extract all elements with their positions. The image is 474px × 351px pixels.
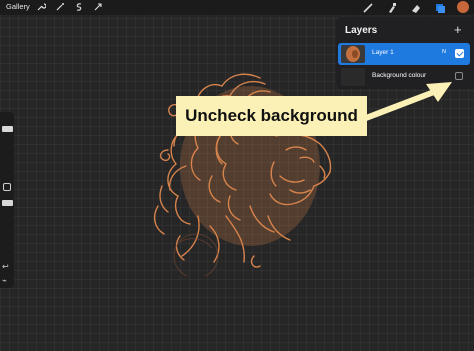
layers-panel-title: Layers [345,25,378,36]
eraser-icon[interactable] [410,1,422,13]
opacity-slider-handle[interactable] [2,200,13,206]
layer-row-layer-1[interactable]: Layer 1 N [338,43,470,65]
blend-mode-indicator[interactable]: N [442,49,446,55]
layer-thumbnail [341,45,365,63]
brush-icon[interactable] [362,1,374,13]
gallery-button[interactable]: Gallery [6,2,30,11]
callout-arrow [363,82,452,121]
selection-icon[interactable] [74,2,84,12]
wrench-icon[interactable] [36,2,47,12]
brush-size-slider-handle[interactable] [2,126,13,132]
color-swatch[interactable] [457,1,469,13]
left-sidebar: ↩ ⌁ [0,112,14,288]
layer-visibility-checkbox[interactable] [455,49,464,58]
add-layer-button[interactable]: + [454,22,462,37]
magic-wand-icon[interactable] [55,2,65,12]
modify-square-icon[interactable] [3,183,11,191]
top-toolbar: Gallery [0,0,474,15]
annotation-text: Uncheck background [185,106,358,125]
smudge-icon[interactable] [386,1,398,13]
undo-icon[interactable]: ↩ [2,262,9,271]
layer-name: Layer 1 [372,49,394,56]
layers-icon[interactable] [434,1,446,13]
annotation-callout: Uncheck background [176,96,367,136]
transform-arrow-icon[interactable] [93,2,103,12]
redo-icon[interactable]: ⌁ [2,276,7,285]
